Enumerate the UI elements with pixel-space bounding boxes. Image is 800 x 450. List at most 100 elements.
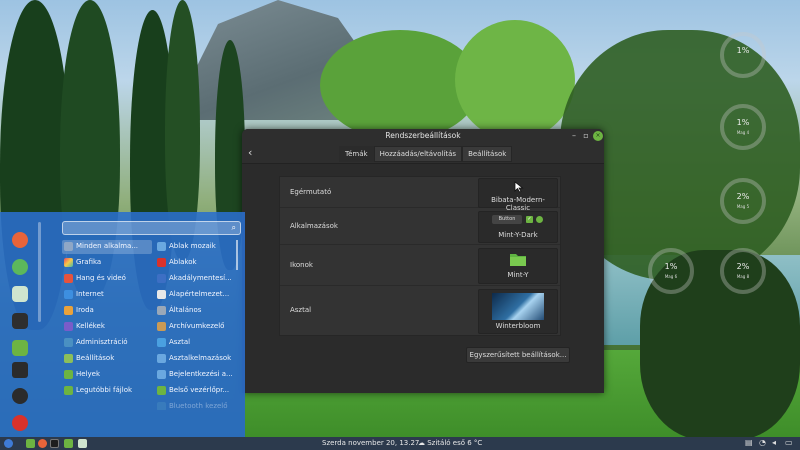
app-login-window[interactable]: Bejelentkezési a...: [155, 368, 235, 382]
app-window-tiling[interactable]: Ablak mozaik: [155, 240, 235, 254]
favorites-scrollbar[interactable]: [38, 222, 41, 322]
software-manager-icon[interactable]: [12, 259, 28, 275]
menu-icon[interactable]: [4, 439, 13, 448]
volume-icon[interactable]: ◂: [772, 438, 776, 447]
cpu-gauge-label: Mag 8: [736, 274, 750, 279]
weather-icon: ☁: [418, 439, 428, 447]
minimize-icon[interactable]: –: [569, 131, 579, 141]
favorites-bar: [5, 222, 35, 434]
logout-icon[interactable]: [12, 388, 28, 404]
login-icon: [157, 370, 166, 379]
desktop-icon: [157, 338, 166, 347]
desktop-theme-preview: [492, 293, 544, 320]
close-icon[interactable]: ×: [593, 131, 603, 141]
recent-files-icon: [64, 386, 73, 395]
settings-app-icon[interactable]: [78, 439, 87, 448]
window-titlebar[interactable]: Rendszerbeállítások – ▫ ×: [242, 129, 604, 143]
cpu-gauge-value: 1%: [736, 46, 750, 55]
folder-icon: [64, 370, 73, 379]
theme-row-applications: Alkalmazások Button ✓ Mint-Y-Dark: [280, 208, 560, 245]
cpu-gauge-value: 1%: [664, 262, 678, 271]
app-desklets[interactable]: Asztalkelmazások: [155, 352, 235, 366]
control-center-icon: [157, 386, 166, 395]
tab-settings[interactable]: Beállítások: [462, 146, 513, 162]
firefox-icon[interactable]: [12, 232, 28, 248]
category-all-applications[interactable]: Minden alkalma...: [62, 240, 152, 254]
applications-theme-button[interactable]: Button ✓ Mint-Y-Dark: [478, 211, 558, 243]
desktop-theme-button[interactable]: Winterbloom: [478, 289, 558, 334]
app-bluetooth[interactable]: Bluetooth kezelő: [155, 400, 235, 410]
window-title: Rendszerbeállítások: [385, 131, 461, 140]
maximize-icon[interactable]: ▫: [581, 131, 591, 141]
app-windows[interactable]: Ablakok: [155, 256, 235, 270]
category-preferences[interactable]: Beállítások: [62, 352, 152, 366]
app-archive-manager[interactable]: Archívumkezelő: [155, 320, 235, 334]
cpu-gauge: [720, 104, 766, 150]
category-administration[interactable]: Adminisztráció: [62, 336, 152, 350]
theme-row-label: Ikonok: [290, 261, 313, 269]
application-menu: ⌕ Minden alkalma... Grafika Hang és vide…: [0, 212, 245, 437]
files-icon[interactable]: [12, 340, 28, 356]
firefox-icon[interactable]: [38, 439, 47, 448]
cpu-gauge: [648, 248, 694, 294]
menu-search-input[interactable]: ⌕: [62, 221, 241, 235]
category-places[interactable]: Helyek: [62, 368, 152, 382]
lock-icon[interactable]: [12, 362, 28, 378]
applications-scrollbar[interactable]: [236, 240, 238, 270]
accessories-icon: [64, 322, 73, 331]
category-internet[interactable]: Internet: [62, 288, 152, 302]
tab-themes[interactable]: Témák: [339, 146, 374, 162]
simplified-settings-button[interactable]: Egyszerűsített beállítások...: [466, 347, 570, 363]
panel-weather[interactable]: ☁ Szitáló eső 6 °C: [418, 439, 482, 447]
internet-icon: [64, 290, 73, 299]
terminal-icon[interactable]: [50, 439, 59, 448]
app-desktop[interactable]: Asztal: [155, 336, 235, 350]
show-desktop-icon[interactable]: [26, 439, 35, 448]
tab-add-remove[interactable]: Hozzáadás/eltávolítás: [373, 146, 463, 162]
theme-value: Mint-Y: [507, 271, 529, 279]
app-general[interactable]: Általános: [155, 304, 235, 318]
theme-row-label: Alkalmazások: [290, 222, 338, 230]
pointer-theme-button[interactable]: Bibata-Modern-Classic: [478, 178, 558, 212]
category-recent-files[interactable]: Legutóbbi fájlok: [62, 384, 152, 398]
category-accessories[interactable]: Kellékek: [62, 320, 152, 334]
radio-preview-icon: [536, 216, 543, 223]
category-office[interactable]: Iroda: [62, 304, 152, 318]
app-default-applications[interactable]: Alapértelmezet...: [155, 288, 235, 302]
theme-row-label: Asztal: [290, 306, 312, 314]
cpu-gauge-label: Mag 4: [736, 130, 750, 135]
archive-icon: [157, 322, 166, 331]
theme-row-icons: Ikonok Mint-Y: [280, 245, 560, 286]
tab-bar: Témák Hozzáadás/eltávolítás Beállítások: [339, 146, 513, 162]
terminal-icon[interactable]: [12, 313, 28, 329]
accessibility-icon: [157, 274, 166, 283]
settings-app-icon[interactable]: [12, 286, 28, 302]
bluetooth-icon: [157, 402, 166, 410]
app-control-center[interactable]: Belső vezérlőpr...: [155, 384, 235, 398]
cpu-gauge-value: 1%: [736, 118, 750, 127]
cursor-preview-icon: [514, 181, 524, 193]
preferences-icon: [64, 354, 73, 363]
network-icon[interactable]: ◔: [759, 438, 766, 447]
category-graphics[interactable]: Grafika: [62, 256, 152, 270]
window-headerbar: ‹ Témák Hozzáadás/eltávolítás Beállításo…: [242, 143, 604, 164]
back-icon[interactable]: ‹: [248, 146, 252, 159]
cpu-gauge-label: Mag 6: [664, 274, 678, 279]
weather-text: Szitáló eső 6 °C: [427, 439, 483, 447]
general-icon: [157, 306, 166, 315]
tiling-icon: [157, 242, 166, 251]
cpu-gauge: [720, 32, 766, 78]
wallpaper-tree: [455, 20, 575, 140]
graphics-icon: [64, 258, 73, 267]
icons-theme-button[interactable]: Mint-Y: [478, 248, 558, 284]
checkbox-preview-icon: ✓: [526, 216, 533, 223]
power-icon[interactable]: [12, 415, 28, 431]
theme-value: Mint-Y-Dark: [498, 231, 538, 239]
clipboard-icon[interactable]: ▤: [745, 438, 753, 447]
app-accessibility[interactable]: Akadálymentesí...: [155, 272, 235, 286]
notification-icon[interactable]: ▭: [785, 438, 793, 447]
category-sound-video[interactable]: Hang és videó: [62, 272, 152, 286]
cpu-gauge-value: 2%: [736, 192, 750, 201]
panel-clock[interactable]: Szerda november 20, 13.27: [322, 439, 419, 447]
files-icon[interactable]: [64, 439, 73, 448]
